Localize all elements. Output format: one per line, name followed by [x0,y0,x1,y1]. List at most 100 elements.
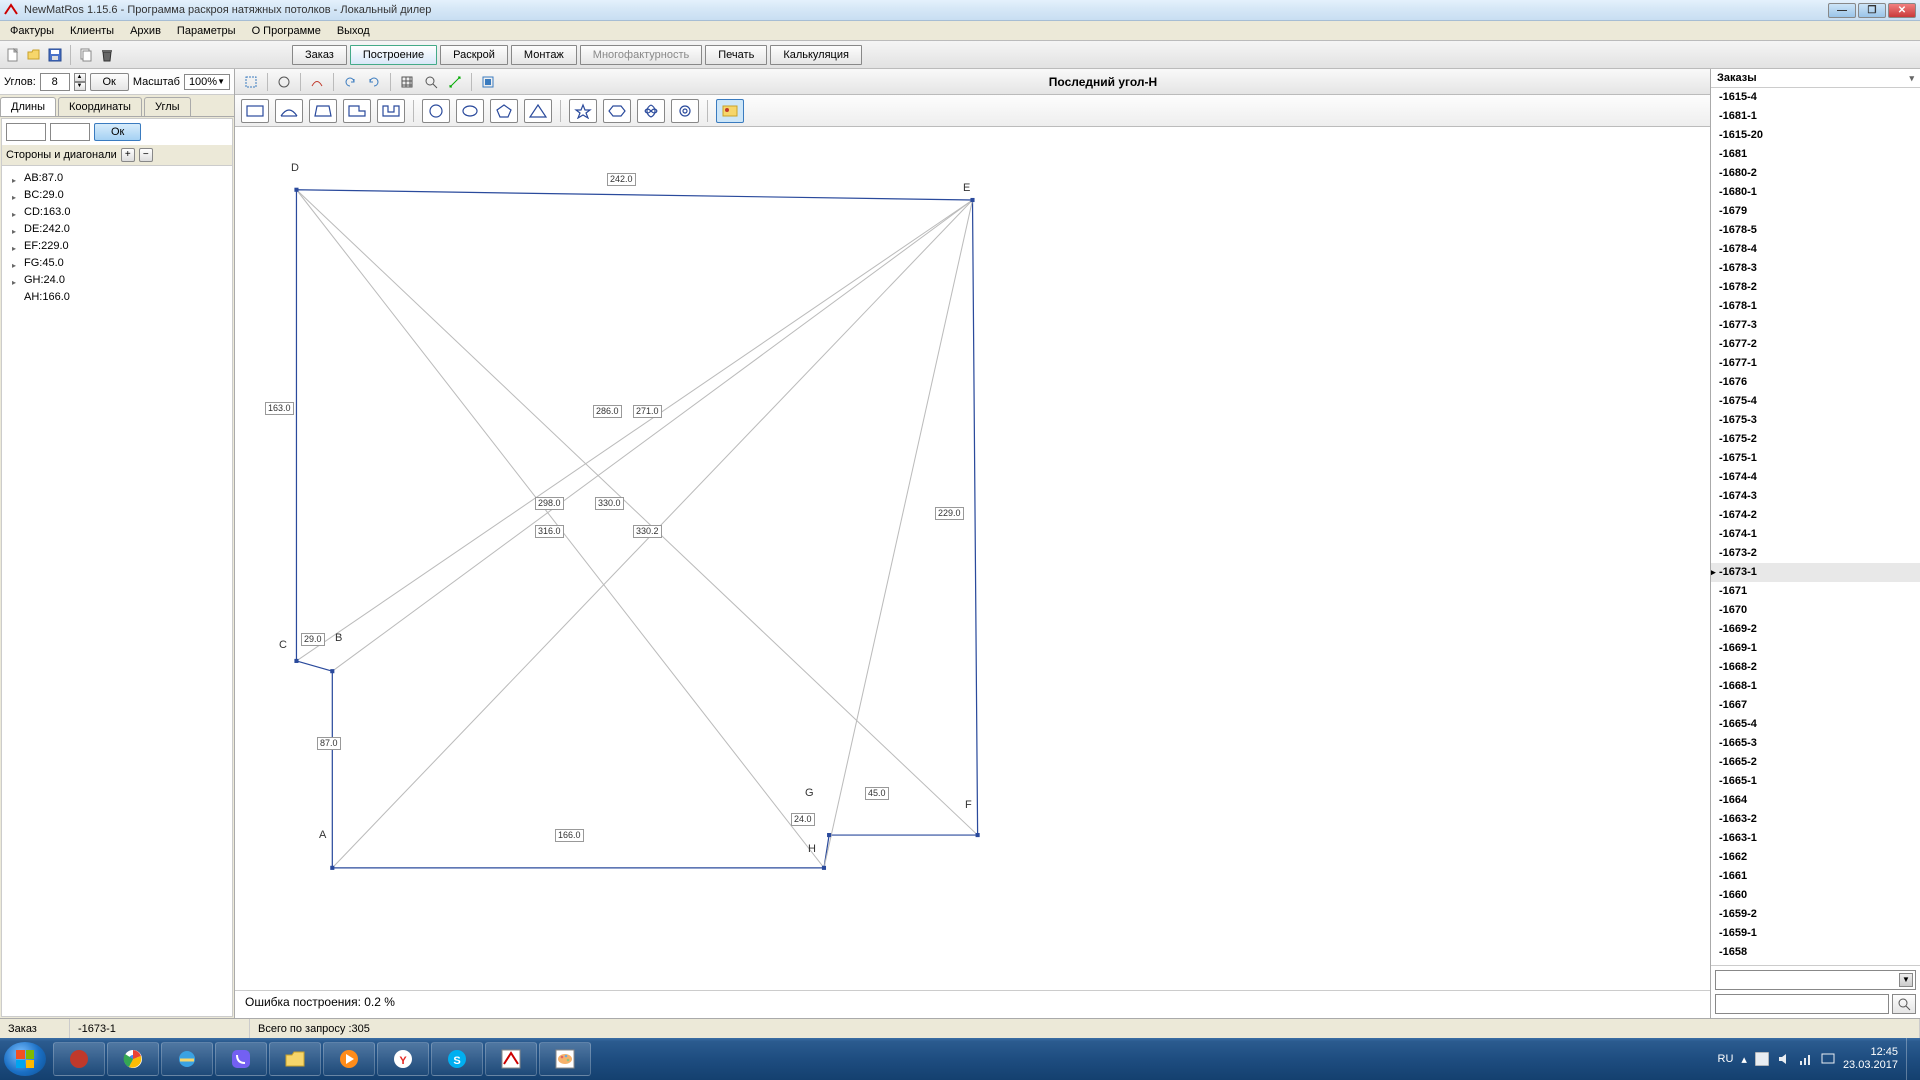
order-item[interactable]: -1675-3 [1711,411,1920,430]
menu-params[interactable]: Параметры [171,23,242,39]
side-tab-angles[interactable]: Углы [144,97,191,116]
save-icon[interactable] [46,46,64,64]
task-media[interactable] [323,1042,375,1076]
tab-mount[interactable]: Монтаж [511,45,577,65]
drawing-canvas[interactable]: D E F G H A B C 242.0 163.0 29.0 87.0 16… [235,127,1710,990]
tray-volume-icon[interactable] [1777,1052,1791,1066]
segment-item[interactable]: AB:87.0 [4,170,230,187]
order-item[interactable]: -1678-2 [1711,278,1920,297]
task-app-1[interactable] [53,1042,105,1076]
order-item[interactable]: -1615-20 [1711,126,1920,145]
task-yandex[interactable]: Y [377,1042,429,1076]
order-item[interactable]: -1670 [1711,601,1920,620]
fit-icon[interactable] [478,72,498,92]
tray-language[interactable]: RU [1718,1053,1734,1065]
side-tab-lengths[interactable]: Длины [0,97,56,116]
menu-about[interactable]: О Программе [246,23,327,39]
order-item[interactable]: -1676 [1711,373,1920,392]
order-item[interactable]: -1658 [1711,943,1920,962]
tab-build[interactable]: Построение [350,45,437,65]
shape-pentagon-icon[interactable] [490,99,518,123]
segment-item[interactable]: FG:45.0 [4,255,230,272]
order-item[interactable]: -1667 [1711,696,1920,715]
start-button[interactable] [4,1042,46,1076]
scale-select[interactable]: 100%▼ [184,74,230,90]
order-item[interactable]: -1680-2 [1711,164,1920,183]
order-item[interactable]: -1677-1 [1711,354,1920,373]
zoom-icon[interactable] [421,72,441,92]
order-item[interactable]: -1665-3 [1711,734,1920,753]
tray-flag-icon[interactable] [1755,1052,1769,1066]
shape-custom-icon[interactable] [716,99,744,123]
redo-icon[interactable] [364,72,384,92]
window-minimize-button[interactable]: — [1828,3,1856,18]
length-input-1[interactable] [6,123,46,141]
shape-hexagon-icon[interactable] [603,99,631,123]
tab-calc[interactable]: Калькуляция [770,45,862,65]
tab-order[interactable]: Заказ [292,45,347,65]
open-icon[interactable] [25,46,43,64]
order-item[interactable]: -1669-2 [1711,620,1920,639]
order-item[interactable]: -1678-3 [1711,259,1920,278]
task-skype[interactable]: S [431,1042,483,1076]
shape-lshape-icon[interactable] [343,99,371,123]
order-item[interactable]: -1674-1 [1711,525,1920,544]
order-item[interactable]: -1668-2 [1711,658,1920,677]
measure-icon[interactable] [445,72,465,92]
shape-gear-icon[interactable] [671,99,699,123]
order-item[interactable]: -1675-4 [1711,392,1920,411]
order-item[interactable]: -1665-1 [1711,772,1920,791]
order-item[interactable]: -1673-1 [1711,563,1920,582]
order-item[interactable]: -1678-5 [1711,221,1920,240]
angles-input[interactable]: 8 [40,73,70,91]
system-tray[interactable]: RU ▴ 12:45 23.03.2017 [1710,1046,1906,1072]
undo-icon[interactable] [340,72,360,92]
tray-network-icon[interactable] [1799,1052,1813,1066]
order-item[interactable]: -1669-1 [1711,639,1920,658]
orders-list[interactable]: -1615-4-1681-1-1615-20-1681-1680-2-1680-… [1711,88,1920,965]
order-item[interactable]: -1677-2 [1711,335,1920,354]
order-item[interactable]: -1664 [1711,791,1920,810]
search-button[interactable] [1892,994,1916,1014]
segment-item[interactable]: DE:242.0 [4,221,230,238]
tab-multi[interactable]: Многофактурность [580,45,702,65]
order-item[interactable]: -1675-2 [1711,430,1920,449]
show-desktop-button[interactable] [1906,1038,1916,1080]
order-item[interactable]: -1665-4 [1711,715,1920,734]
order-item[interactable]: -1671 [1711,582,1920,601]
segment-item[interactable]: EF:229.0 [4,238,230,255]
order-item[interactable]: -1662 [1711,848,1920,867]
tray-up-icon[interactable]: ▴ [1741,1053,1747,1066]
order-item[interactable]: -1674-4 [1711,468,1920,487]
order-item[interactable]: -1673-2 [1711,544,1920,563]
shape-trapezoid-icon[interactable] [309,99,337,123]
order-item[interactable]: -1659-2 [1711,905,1920,924]
order-item[interactable]: -1681-1 [1711,107,1920,126]
menu-textures[interactable]: Фактуры [4,23,60,39]
order-item[interactable]: -1663-1 [1711,829,1920,848]
task-paint[interactable] [539,1042,591,1076]
tab-cut[interactable]: Раскрой [440,45,508,65]
select-tool-icon[interactable] [241,72,261,92]
order-item[interactable]: -1668-1 [1711,677,1920,696]
shape-arch-icon[interactable] [275,99,303,123]
menu-exit[interactable]: Выход [331,23,376,39]
tray-clock[interactable]: 12:45 23.03.2017 [1843,1046,1898,1072]
window-close-button[interactable]: ✕ [1888,3,1916,18]
task-viber[interactable] [215,1042,267,1076]
segment-item[interactable]: CD:163.0 [4,204,230,221]
sort-icon[interactable]: ▾ [1909,73,1914,84]
shape-triangle-icon[interactable] [524,99,552,123]
side-tab-coords[interactable]: Координаты [58,97,142,116]
order-item[interactable]: -1663-2 [1711,810,1920,829]
order-item[interactable]: -1659-1 [1711,924,1920,943]
order-item[interactable]: -1677-3 [1711,316,1920,335]
tree-add-button[interactable]: + [121,148,135,162]
angles-spinners[interactable]: ▲▼ [74,73,86,91]
order-item[interactable]: -1615-4 [1711,88,1920,107]
order-item[interactable]: -1661 [1711,867,1920,886]
filter-combo[interactable]: ▼ [1715,970,1916,990]
shape-rectangle-icon[interactable] [241,99,269,123]
order-item[interactable]: -1681 [1711,145,1920,164]
length-input-2[interactable] [50,123,90,141]
